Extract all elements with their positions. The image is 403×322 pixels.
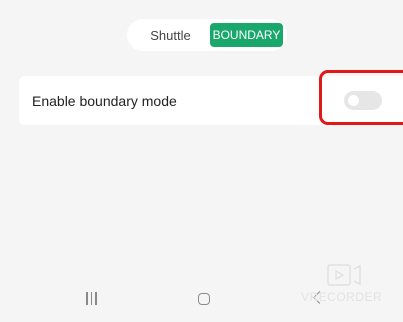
recorder-watermark-icon — [327, 264, 361, 286]
watermark-text: VRECORDER — [301, 290, 383, 304]
shuttle-mode-tab[interactable]: Shuttle — [131, 23, 210, 47]
boundary-mode-tab[interactable]: BOUNDARY — [210, 23, 283, 47]
highlight-annotation-box — [319, 70, 403, 125]
mode-segmented-control: Shuttle BOUNDARY — [127, 19, 287, 51]
recents-icon[interactable] — [86, 292, 100, 310]
boundary-mode-label: Enable boundary mode — [32, 93, 177, 109]
home-icon[interactable] — [198, 293, 210, 305]
